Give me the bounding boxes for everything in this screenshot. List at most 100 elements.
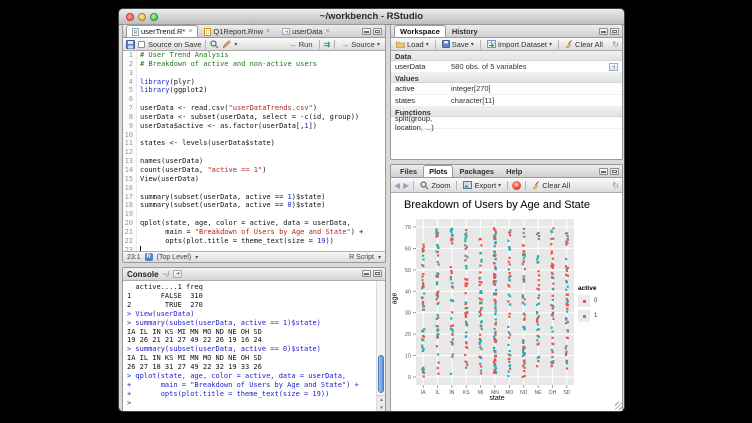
tab-help[interactable]: Help [500,165,528,177]
chevron-down-icon: ▾ [378,254,381,261]
tab-workspace[interactable]: Workspace [394,25,446,37]
console-scrollbar[interactable]: ▲ ▼ [376,281,385,411]
rerun-icon[interactable]: ⇉ [324,40,331,49]
save-icon[interactable] [126,40,135,49]
tab-packages[interactable]: Packages [453,165,500,177]
svg-text:0: 0 [408,375,411,381]
object-value: character[11] [451,96,618,105]
svg-text:C: C [206,30,210,36]
maximize-pane-icon[interactable] [373,28,382,35]
goto-directory-icon[interactable]: ➔ [173,270,182,278]
close-tab-icon[interactable]: × [266,28,270,35]
minimize-pane-icon[interactable] [599,168,608,175]
console-line: + opts(plot.title = theme_text(size = 19… [127,390,376,399]
source-icon: → [341,40,349,49]
remove-plot-icon[interactable]: × [512,181,521,190]
console-line: > summary(subset(userData, active == 1)$… [127,319,376,328]
legend-swatch [578,310,590,322]
import-dataset-button[interactable]: Import Dataset ▾ [485,40,554,49]
plots-tabbar: Files Plots Packages Help [391,165,622,178]
code-line: 4library(plyr) [123,78,385,87]
previous-plot-icon[interactable]: ◀ [394,181,400,190]
code-tools-pencil-icon[interactable] [222,40,231,49]
tab-history[interactable]: History [446,25,484,37]
window-titlebar[interactable]: ~/workbench - RStudio [119,9,624,25]
export-plot-button[interactable]: Export ▾ [461,181,503,190]
tab-plots[interactable]: Plots [423,165,453,177]
source-on-save-checkbox[interactable] [138,41,145,48]
x-axis-label: state [391,395,603,402]
scope-selector[interactable]: (Top Level) [157,254,192,261]
maximize-pane-icon[interactable] [610,28,619,35]
svg-text:60: 60 [405,246,411,252]
save-icon [442,40,450,48]
desktop: ~/workbench - RStudio R userTrend.R* × C… [0,0,752,423]
chevron-down-icon: ▾ [377,41,380,48]
plots-toolbar: ◀ ▶ Zoom Export ▾ × Clear All [391,178,622,193]
code-line: 11states <- levels(userData$state) [123,139,385,148]
workspace-object-row[interactable]: activeinteger[270] [391,83,622,95]
cursor-position: 23:1 [127,254,141,261]
legend-title: active [578,285,620,292]
search-icon[interactable] [210,40,219,49]
run-button[interactable]: → Run [287,40,315,49]
doc-type-selector[interactable]: R Script [349,254,374,261]
console-line: 26 27 18 31 27 49 22 32 19 33 26 [127,363,376,372]
source-pane: R userTrend.R* × C Q1Report.Rnw × userDa… [122,24,386,263]
scrollbar-arrows[interactable]: ▲ ▼ [377,395,386,411]
code-line: 8userData <- subset(userData, select = -… [123,113,385,122]
zoom-plot-button[interactable]: Zoom [418,181,452,190]
legend-entry-0: 0 [578,295,620,307]
console-line: active....1 freq [127,283,376,292]
console-output[interactable]: active....1 freq1 FALSE 3102 TRUE 270> V… [123,281,376,411]
r-file-icon: R [132,28,139,36]
minimize-pane-icon[interactable] [599,28,608,35]
maximize-pane-icon[interactable] [610,168,619,175]
run-icon: → [289,40,297,49]
chevron-down-icon[interactable]: ▾ [234,41,237,48]
plot-viewer: Breakdown of Users by Age and State 0102… [391,193,622,411]
close-tab-icon[interactable]: × [188,28,192,35]
scroll-down-icon[interactable]: ▼ [377,404,386,412]
workspace-object-row[interactable]: statescharacter[11] [391,95,622,107]
y-axis-label: age [392,279,399,319]
code-editor[interactable]: 1# User Trend Analysis2# Breakdown of ac… [123,51,385,251]
save-workspace-button[interactable]: Save ▾ [440,40,476,49]
console-line: 1 FALSE 310 [127,292,376,301]
scroll-up-icon[interactable]: ▲ [377,396,386,404]
console-line: + main = "Breakdown of Users by Age and … [127,381,376,390]
scrollbar-thumb[interactable] [378,355,384,393]
close-tab-icon[interactable]: × [326,28,330,35]
workspace-object-row[interactable]: split(group, location, ...) [391,117,622,129]
plot-legend: active 0 1 [578,285,620,325]
minimize-pane-icon[interactable] [362,270,371,277]
minimize-pane-icon[interactable] [362,28,371,35]
code-line: 14count(userData, "active == 1") [123,166,385,175]
clear-all-button[interactable]: Clear All [563,40,605,49]
workspace-object-row[interactable]: userData580 obs. of 5 variables [391,61,622,73]
source-toolbar: Source on Save ▾ → Run ⇉ → Source ▾ [123,38,385,51]
resize-grip[interactable] [615,402,623,410]
workspace-tabbar: Workspace History [391,25,622,38]
tab-userdata[interactable]: userData × [276,25,336,37]
source-button[interactable]: → Source ▾ [339,40,382,49]
clear-all-plots-button[interactable]: Clear All [530,181,572,190]
refresh-icon[interactable]: ↻ [612,40,619,49]
maximize-pane-icon[interactable] [373,270,382,277]
code-line: 19 [123,210,385,219]
tab-files[interactable]: Files [394,165,423,177]
code-line: 18summary(subset(userData, active == 0)$… [123,201,385,210]
next-plot-icon[interactable]: ▶ [403,181,409,190]
plots-pane: Files Plots Packages Help ◀ ▶ Zoom [390,164,623,412]
load-workspace-button[interactable]: Load ▾ [394,40,431,49]
view-data-grid-icon[interactable] [609,63,618,71]
workspace-pane: Workspace History Load ▾ [390,24,623,160]
tab-q1report-rnw[interactable]: C Q1Report.Rnw × [198,25,276,37]
code-line: 20qplot(state, age, color = active, data… [123,219,385,228]
code-line: 2# Breakdown of active and non-active us… [123,60,385,69]
code-line: 21 main = "Breakdown of Users by Age and… [123,228,385,237]
refresh-icon[interactable]: ↻ [612,181,619,190]
object-name: active [395,84,451,93]
object-value: integer[270] [451,84,618,93]
tab-usertrend-r[interactable]: R userTrend.R* × [126,25,198,37]
